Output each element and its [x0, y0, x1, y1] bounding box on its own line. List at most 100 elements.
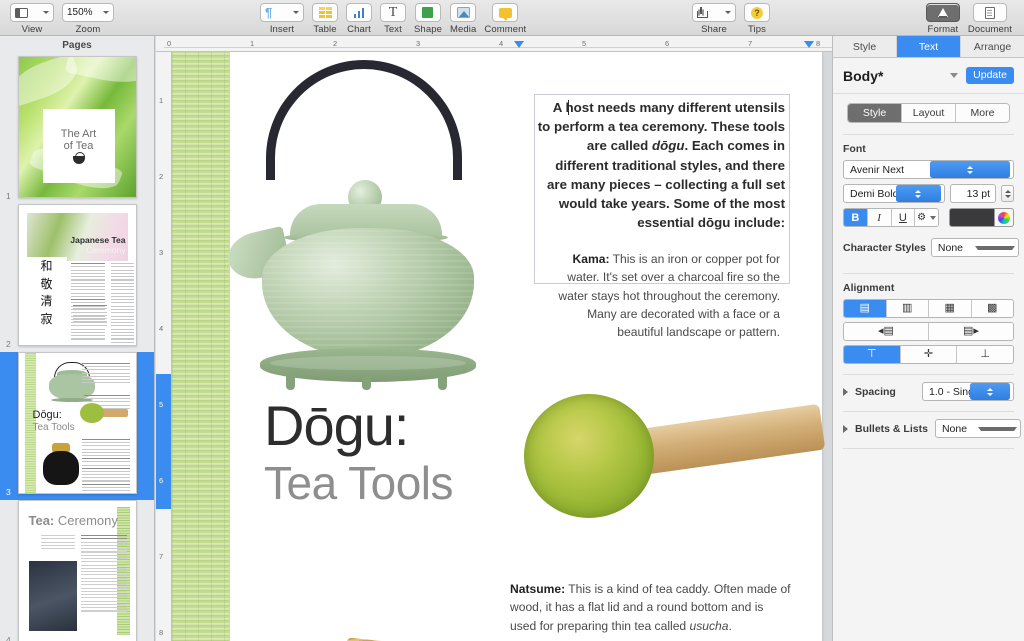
inspector-subtabs[interactable]: Style Layout More	[847, 103, 1010, 123]
natsume-paragraph[interactable]: Natsume: This is a kind of tea caddy. Of…	[510, 580, 792, 635]
kama-paragraph[interactable]: Kama: This is an iron or copper pot for …	[544, 250, 780, 341]
natsume-italic: usucha	[689, 618, 729, 633]
share-button[interactable]: Share	[692, 3, 736, 35]
spacing-select[interactable]: 1.0 - Single	[922, 382, 1014, 401]
thumbnail-list[interactable]: The Art of Tea 1 Japanese Tea Ceremony 和…	[0, 54, 154, 641]
table-button[interactable]: Table	[312, 3, 338, 35]
bold-button[interactable]: B	[844, 209, 868, 226]
alignment-section-title: Alignment	[843, 282, 895, 294]
comment-button[interactable]: Comment	[484, 3, 526, 35]
chevron-down-icon[interactable]	[950, 73, 959, 78]
alignment-controls[interactable]: ▤ ▥ ▦ ▩ ◂▤ ▤▸ ⊤ ✛ ⊥	[833, 299, 1024, 364]
intro-paragraph[interactable]: A host needs many different utensils to …	[537, 98, 785, 232]
format-inspector-panel[interactable]: Style Text Arrange Body* Update Style La…	[832, 36, 1024, 641]
decrease-indent-button[interactable]: ◂▤	[844, 323, 929, 340]
document-canvas[interactable]: A host needs many different utensils to …	[172, 52, 832, 641]
first-line-indent-marker[interactable]	[514, 41, 524, 48]
font-options-button[interactable]: ⚙	[915, 209, 938, 226]
document-button[interactable]: Document	[968, 3, 1012, 35]
vertical-ruler[interactable]: 1 2 3 4 5 6 7 8	[156, 52, 172, 641]
page-thumbnails-sidebar[interactable]: Pages The Art of Tea 1 Japanese Tea Cere…	[0, 36, 155, 641]
tips-label: Tips	[748, 24, 766, 35]
format-button[interactable]: Format	[925, 3, 960, 35]
matcha-spoon-image[interactable]	[524, 382, 826, 542]
color-wheel-button[interactable]	[995, 208, 1014, 227]
thumb4-title-text: Tea:	[28, 513, 55, 528]
tea-caddy-image[interactable]	[227, 627, 456, 641]
zoom-button[interactable]: 150% Zoom	[62, 3, 114, 35]
thumbnail-page-4[interactable]: Tea: Ceremony 4	[0, 500, 154, 641]
thumbnail-page-1[interactable]: The Art of Tea 1	[0, 56, 154, 204]
horizontal-align-buttons[interactable]: ▤ ▥ ▦ ▩	[843, 299, 1014, 318]
kanji-char: 和	[40, 259, 53, 274]
inspector-tabs[interactable]: Style Text Arrange	[833, 36, 1024, 58]
indent-buttons[interactable]: ◂▤ ▤▸	[843, 322, 1014, 341]
inspector-subtabs-row[interactable]: Style Layout More	[833, 94, 1024, 123]
thumbnail-page-2[interactable]: Japanese Tea Ceremony 和 敬 清 寂 2	[0, 204, 154, 352]
font-weight-select[interactable]: Demi Bold	[843, 184, 945, 203]
subtab-more[interactable]: More	[956, 104, 1009, 122]
character-styles-select[interactable]: None	[930, 238, 1019, 257]
chart-button[interactable]: Chart	[346, 3, 372, 35]
thumbnail-number: 3	[6, 487, 11, 497]
stepper-icon[interactable]	[930, 161, 1010, 178]
page-title[interactable]: Dōgu: Tea Tools	[264, 397, 564, 511]
subtab-style[interactable]: Style	[848, 104, 902, 122]
subtab-layout[interactable]: Layout	[902, 104, 956, 122]
align-left-button[interactable]: ▤	[844, 300, 887, 317]
bamboo-mat-graphic[interactable]	[172, 52, 230, 641]
font-style-row[interactable]: B I U ⚙	[833, 208, 1024, 232]
font-size-field[interactable]: 13 pt	[950, 184, 996, 203]
bullets-row[interactable]: Bullets & Lists None	[833, 412, 1024, 438]
tab-text[interactable]: Text	[897, 36, 961, 57]
text-cursor	[568, 100, 569, 115]
vertical-align-buttons[interactable]: ⊤ ✛ ⊥	[843, 345, 1014, 364]
text-color-swatch[interactable]	[949, 208, 995, 227]
italic-button[interactable]: I	[867, 209, 892, 226]
update-style-button[interactable]: Update	[966, 67, 1014, 84]
media-button[interactable]: Media	[450, 3, 476, 35]
valign-middle-button[interactable]: ✛	[900, 346, 958, 363]
view-label: View	[21, 24, 43, 35]
stepper-icon[interactable]	[895, 185, 941, 202]
valign-top-button[interactable]: ⊤	[844, 346, 901, 363]
horizontal-ruler[interactable]: 0 1 2 3 4 5 6 7 8	[156, 36, 832, 52]
disclosure-triangle-icon[interactable]	[843, 387, 848, 396]
tips-button[interactable]: ? Tips	[744, 3, 770, 35]
tab-style[interactable]: Style	[833, 36, 897, 57]
underline-button[interactable]: U	[891, 209, 916, 226]
right-indent-marker[interactable]	[804, 41, 814, 48]
teapot-image[interactable]	[223, 52, 534, 390]
character-styles-row[interactable]: Character Styles None	[833, 232, 1024, 262]
valign-bottom-button[interactable]: ⊥	[957, 346, 1013, 363]
view-button[interactable]: View	[10, 3, 54, 35]
font-size-stepper[interactable]	[1001, 185, 1014, 202]
spacing-row[interactable]: Spacing 1.0 - Single	[833, 375, 1024, 401]
disclosure-triangle-icon[interactable]	[843, 424, 848, 433]
font-family-row[interactable]: Avenir Next	[833, 160, 1024, 184]
document-page[interactable]: A host needs many different utensils to …	[172, 52, 826, 641]
increase-indent-button[interactable]: ▤▸	[929, 323, 1013, 340]
sidebar-pane-icon	[15, 7, 28, 18]
thumbnail-image-4: Tea: Ceremony	[17, 500, 137, 641]
text-button[interactable]: T Text	[380, 3, 406, 35]
insert-button[interactable]: ¶ Insert	[260, 3, 304, 35]
font-style-buttons[interactable]: B I U ⚙	[843, 208, 939, 227]
shape-button[interactable]: Shape	[414, 3, 442, 35]
bullets-select[interactable]: None	[934, 419, 1021, 438]
font-weight-row[interactable]: Demi Bold 13 pt	[833, 184, 1024, 208]
align-justify-button[interactable]: ▩	[971, 300, 1013, 317]
thumbnail-page-3[interactable]: Dōgu: Tea Tools 3	[0, 352, 154, 500]
bullets-value: None	[941, 422, 968, 435]
ruler-mark: 2	[333, 39, 338, 48]
paragraph-style-row[interactable]: Body* Update	[833, 58, 1024, 94]
tab-arrange[interactable]: Arrange	[961, 36, 1024, 57]
text-color-control[interactable]	[949, 208, 1014, 227]
bullets-label: Bullets & Lists	[855, 422, 928, 435]
share-arrow-icon	[697, 7, 708, 18]
page-title-sub: Tea Tools	[264, 457, 454, 509]
font-family-select[interactable]: Avenir Next	[843, 160, 1014, 179]
align-center-button[interactable]: ▥	[886, 300, 929, 317]
stepper-icon[interactable]	[969, 383, 1010, 400]
align-right-button[interactable]: ▦	[929, 300, 972, 317]
